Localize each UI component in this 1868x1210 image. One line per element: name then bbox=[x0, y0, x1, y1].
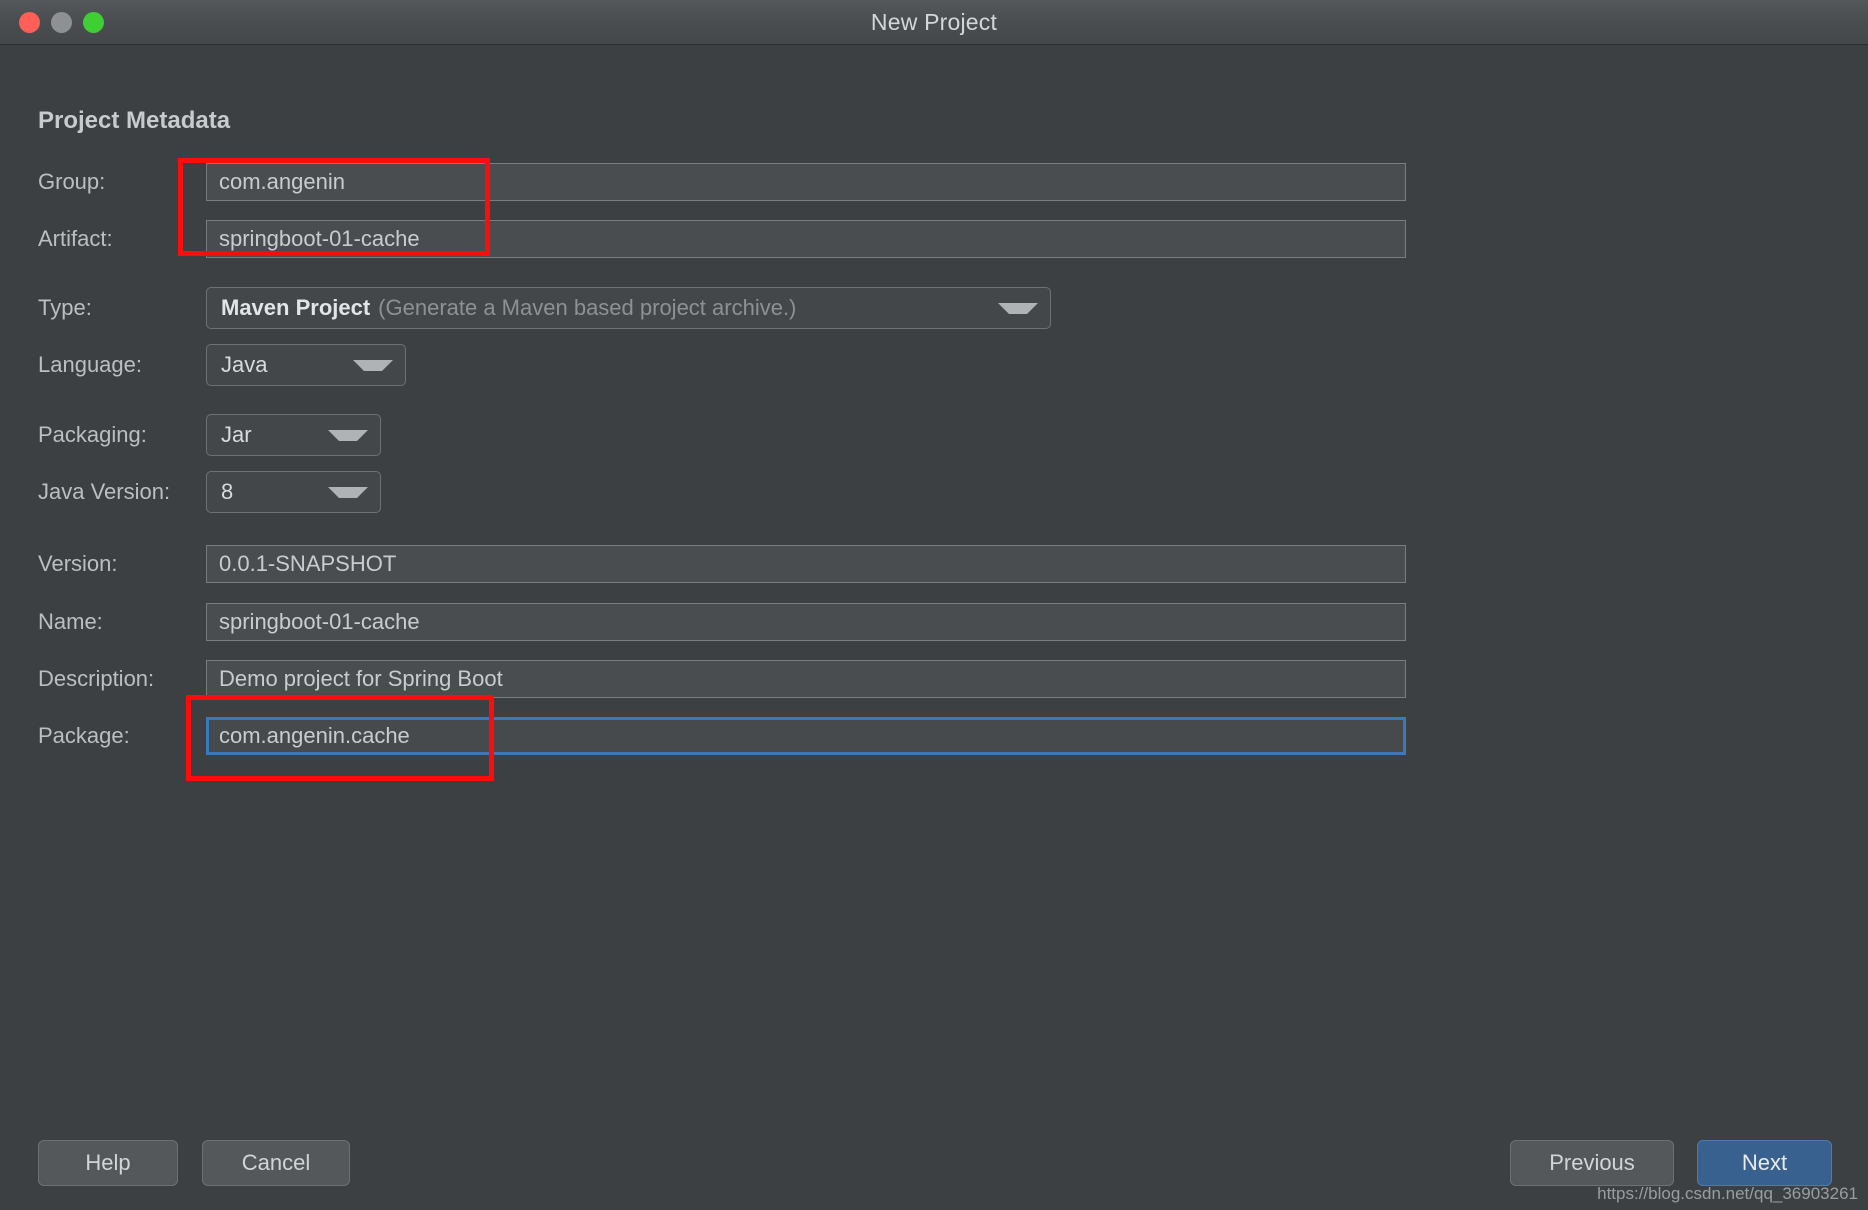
language-value: Java bbox=[221, 352, 268, 377]
form-row-artifact: Artifact: springboot-01-cache bbox=[38, 220, 1868, 258]
window-title: New Project bbox=[870, 8, 998, 35]
packaging-label: Packaging: bbox=[38, 422, 147, 447]
form-row-name: Name: springboot-01-cache bbox=[38, 603, 1868, 641]
help-button[interactable]: Help bbox=[38, 1140, 178, 1186]
form-row-language: Language: Java bbox=[38, 344, 1868, 386]
description-label: Description: bbox=[38, 666, 155, 691]
form-row-description: Description: Demo project for Spring Boo… bbox=[38, 660, 1868, 698]
dialog-body: Project Metadata Group: com.angenin Arti… bbox=[0, 45, 1868, 1210]
type-hint: (Generate a Maven based project archive.… bbox=[378, 295, 797, 320]
name-label: Name: bbox=[38, 609, 103, 634]
group-label: Group: bbox=[38, 169, 106, 194]
dialog-footer: Help Cancel Previous Next https://blog.c… bbox=[0, 1118, 1868, 1210]
chevron-down-icon bbox=[998, 302, 1038, 314]
form-row-version: Version: 0.0.1-SNAPSHOT bbox=[38, 545, 1868, 583]
packaging-dropdown[interactable]: Jar bbox=[206, 414, 381, 456]
close-window-icon[interactable] bbox=[19, 11, 40, 33]
group-input[interactable]: com.angenin bbox=[206, 163, 1406, 201]
window-titlebar: New Project bbox=[0, 0, 1868, 45]
new-project-dialog: New Project Project Metadata Group: com.… bbox=[0, 0, 1868, 1210]
chevron-down-icon bbox=[328, 429, 368, 441]
cancel-button[interactable]: Cancel bbox=[202, 1140, 350, 1186]
maximize-window-icon[interactable] bbox=[83, 11, 104, 33]
language-label: Language: bbox=[38, 352, 142, 377]
type-value: Maven Project bbox=[221, 295, 371, 320]
window-controls bbox=[0, 11, 104, 33]
package-input[interactable]: com.angenin.cache bbox=[206, 717, 1406, 755]
type-dropdown[interactable]: Maven Project (Generate a Maven based pr… bbox=[206, 287, 1051, 329]
minimize-window-icon[interactable] bbox=[51, 11, 72, 33]
chevron-down-icon bbox=[353, 359, 393, 371]
page-title: Project Metadata bbox=[38, 107, 231, 134]
version-label: Version: bbox=[38, 551, 118, 576]
artifact-input[interactable]: springboot-01-cache bbox=[206, 220, 1406, 258]
java-version-value: 8 bbox=[221, 479, 234, 504]
package-label: Package: bbox=[38, 723, 130, 748]
description-input[interactable]: Demo project for Spring Boot bbox=[206, 660, 1406, 698]
version-input[interactable]: 0.0.1-SNAPSHOT bbox=[206, 545, 1406, 583]
java-version-dropdown[interactable]: 8 bbox=[206, 471, 381, 513]
next-button[interactable]: Next bbox=[1697, 1140, 1832, 1186]
form-row-type: Type: Maven Project (Generate a Maven ba… bbox=[38, 287, 1868, 329]
java-version-label: Java Version: bbox=[38, 479, 171, 504]
previous-button[interactable]: Previous bbox=[1510, 1140, 1674, 1186]
packaging-value: Jar bbox=[221, 422, 252, 447]
form-row-package: Package: com.angenin.cache bbox=[38, 717, 1868, 755]
form-row-java-version: Java Version: 8 bbox=[38, 471, 1868, 513]
chevron-down-icon bbox=[328, 486, 368, 498]
watermark-text: https://blog.csdn.net/qq_36903261 bbox=[1597, 1184, 1858, 1203]
type-label: Type: bbox=[38, 295, 92, 320]
name-input[interactable]: springboot-01-cache bbox=[206, 603, 1406, 641]
artifact-label: Artifact: bbox=[38, 226, 113, 251]
form-row-group: Group: com.angenin bbox=[38, 163, 1868, 201]
language-dropdown[interactable]: Java bbox=[206, 344, 406, 386]
form-row-packaging: Packaging: Jar bbox=[38, 414, 1868, 456]
